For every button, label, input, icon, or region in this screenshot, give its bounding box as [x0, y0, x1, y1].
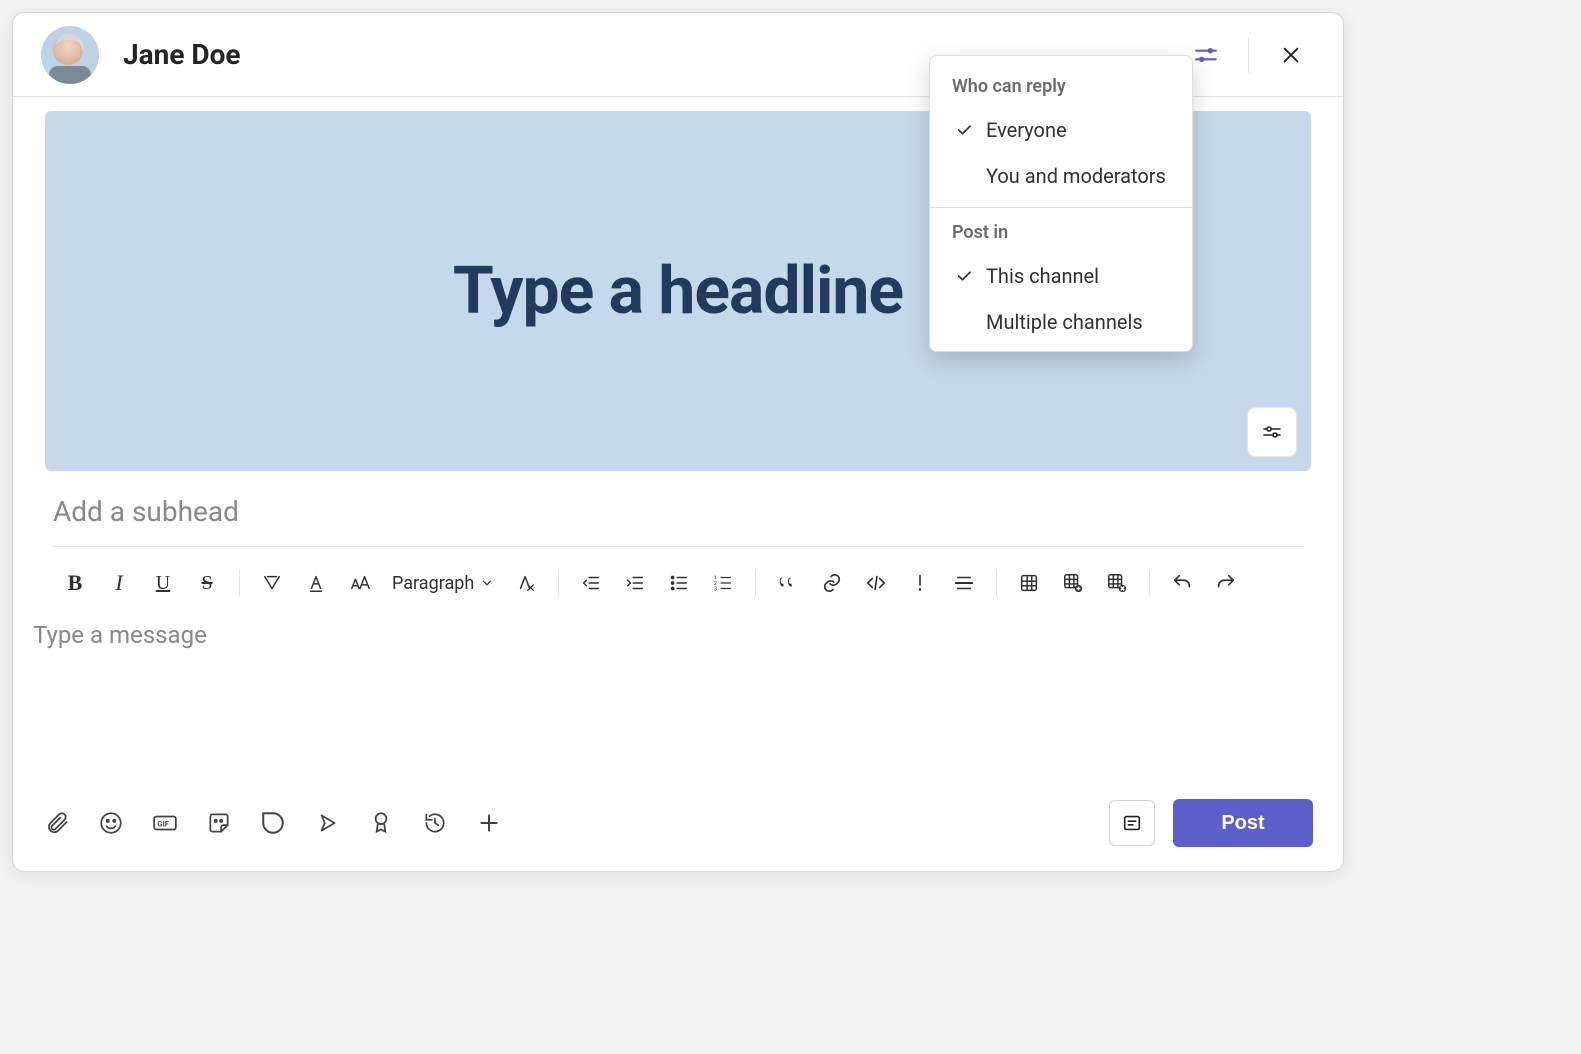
collapse-icon — [1121, 812, 1143, 834]
link-button[interactable] — [810, 563, 854, 603]
praise-icon — [368, 810, 394, 836]
post-in-section-label: Post in — [930, 216, 1192, 253]
author-name: Jane Doe — [123, 38, 241, 71]
paperclip-icon — [44, 810, 70, 836]
reply-option-everyone[interactable]: Everyone — [930, 107, 1192, 153]
insert-table-button[interactable] — [1007, 563, 1051, 603]
quote-button[interactable] — [766, 563, 810, 603]
check-icon — [952, 121, 976, 139]
option-label: Everyone — [986, 118, 1067, 142]
subhead-input[interactable]: Add a subhead — [53, 495, 1303, 547]
headline-placeholder: Type a headline — [453, 253, 903, 330]
emoji-button[interactable] — [97, 809, 125, 837]
divider-button[interactable] — [942, 563, 986, 603]
svg-text:3: 3 — [714, 586, 717, 592]
more-apps-button[interactable] — [475, 809, 503, 837]
font-color-button[interactable] — [294, 563, 338, 603]
option-label: Multiple channels — [986, 310, 1143, 334]
compose-window: Jane Doe Type a headline A — [12, 12, 1344, 872]
add-table-row-button[interactable] — [1051, 563, 1095, 603]
option-label: You and moderators — [986, 164, 1166, 188]
compose-footer: GIF Post — [13, 799, 1343, 871]
banner-style-button[interactable] — [1247, 407, 1297, 457]
author-avatar[interactable] — [41, 26, 99, 84]
bold-button[interactable]: B — [53, 563, 97, 603]
footer-app-icons: GIF — [43, 809, 503, 837]
gif-button[interactable]: GIF — [151, 809, 179, 837]
check-icon — [952, 267, 976, 285]
popup-divider — [930, 207, 1192, 208]
close-button[interactable] — [1267, 31, 1315, 79]
schedule-button[interactable] — [421, 809, 449, 837]
outdent-button[interactable] — [569, 563, 613, 603]
post-in-this-channel[interactable]: This channel — [930, 253, 1192, 299]
message-body-input[interactable]: Type a message — [33, 621, 1303, 731]
stream-icon — [314, 810, 340, 836]
gif-icon: GIF — [152, 810, 178, 836]
post-in-multiple-channels[interactable]: Multiple channels — [930, 299, 1192, 345]
svg-text:GIF: GIF — [157, 819, 169, 828]
italic-button[interactable]: I — [97, 563, 141, 603]
post-button[interactable]: Post — [1173, 799, 1313, 847]
loop-icon — [260, 810, 286, 836]
format-toolbar: B I U S Paragraph 123 — [13, 557, 1343, 609]
indent-button[interactable] — [613, 563, 657, 603]
undo-button[interactable] — [1160, 563, 1204, 603]
important-button[interactable] — [898, 563, 942, 603]
smiley-icon — [98, 810, 124, 836]
paragraph-label: Paragraph — [392, 573, 474, 594]
attach-button[interactable] — [43, 809, 71, 837]
sticker-icon — [206, 810, 232, 836]
code-snippet-button[interactable] — [854, 563, 898, 603]
chevron-down-icon — [480, 576, 494, 590]
delete-table-button[interactable] — [1095, 563, 1139, 603]
numbered-list-button[interactable]: 123 — [701, 563, 745, 603]
loop-button[interactable] — [259, 809, 287, 837]
sticker-button[interactable] — [205, 809, 233, 837]
option-label: This channel — [986, 264, 1099, 288]
stream-button[interactable] — [313, 809, 341, 837]
highlight-button[interactable] — [250, 563, 294, 603]
collapse-compose-button[interactable] — [1109, 800, 1155, 846]
plus-icon — [476, 810, 502, 836]
redo-button[interactable] — [1204, 563, 1248, 603]
strikethrough-button[interactable]: S — [185, 563, 229, 603]
updates-icon — [422, 810, 448, 836]
underline-button[interactable]: U — [141, 563, 185, 603]
delivery-options-popup: Who can reply Everyone You and moderator… — [929, 55, 1193, 352]
bulleted-list-button[interactable] — [657, 563, 701, 603]
header-separator — [1248, 37, 1249, 73]
reply-section-label: Who can reply — [930, 70, 1192, 107]
paragraph-style-button[interactable]: Paragraph — [382, 563, 504, 603]
font-size-button[interactable] — [338, 563, 382, 603]
reply-option-moderators[interactable]: You and moderators — [930, 153, 1192, 199]
praise-button[interactable] — [367, 809, 395, 837]
clear-formatting-button[interactable] — [504, 563, 548, 603]
